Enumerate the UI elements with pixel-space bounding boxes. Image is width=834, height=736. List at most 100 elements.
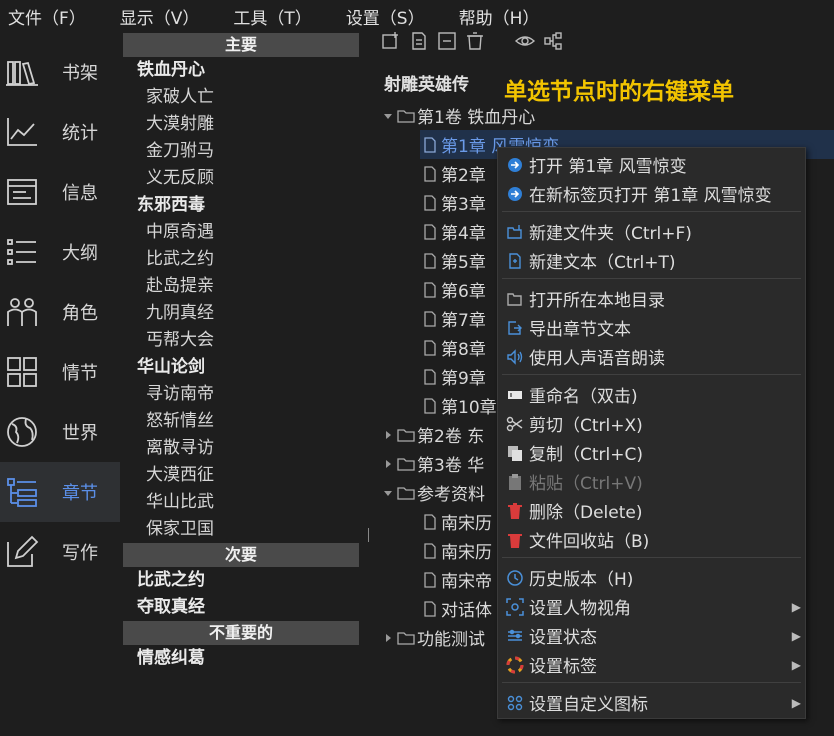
menu-cut[interactable]: 剪切（Ctrl+X) [498,409,805,438]
tree-chapter[interactable]: 第4章 [420,217,486,246]
tree-chapter[interactable]: 第2章 [420,159,486,188]
menu-rename[interactable]: 重命名（双击) [498,380,805,409]
outline-item[interactable]: 保家卫国 [123,516,359,543]
outline-group-title[interactable]: 东邪西毒 [123,192,359,219]
tree-reference-doc[interactable]: 南宋历 [420,507,492,536]
new-folder-icon[interactable] [380,30,402,52]
nav-chapters[interactable]: 章节 [0,462,120,522]
tree-chapter[interactable]: 第9章 [420,362,486,391]
outline-group-title[interactable]: 华山论剑 [123,354,359,381]
collapsed-arrow-icon[interactable] [380,420,396,449]
document-icon [424,252,436,269]
menu-export[interactable]: 导出章节文本 [498,313,805,342]
outline-item[interactable]: 丐帮大会 [123,327,359,354]
nav-characters[interactable]: 角色 [0,282,120,342]
panel-splitter[interactable] [368,528,369,542]
collapsed-arrow-icon[interactable] [380,449,396,478]
tree-chapter[interactable]: 第10章 [420,391,497,420]
expanded-arrow-icon[interactable] [380,101,396,130]
outline-item[interactable]: 中原奇遇 [123,219,359,246]
folder-icon [397,457,415,471]
menu-tools[interactable]: 工具（T） [233,4,311,29]
tree-volume-2[interactable]: 第2卷 东 [380,420,484,449]
menu-help[interactable]: 帮助（H） [459,4,540,29]
nav-label-world: 世界 [62,423,98,444]
folder-icon [397,109,415,123]
outline-item[interactable]: 义无反顾 [123,165,359,192]
menu-set-status[interactable]: 设置状态 ▶ [498,621,805,650]
menu-paste[interactable]: 粘贴（Ctrl+V) [498,467,805,496]
nav-bookshelf[interactable]: 书架 [0,42,120,102]
menu-delete[interactable]: 删除（Delete) [498,496,805,525]
menu-view[interactable]: 显示（V） [120,4,200,29]
tree-chapter[interactable]: 第3章 [420,188,486,217]
menu-read-aloud[interactable]: 使用人声语音朗读 [498,342,805,371]
outline-group-title[interactable]: 夺取真经 [123,594,359,621]
menu-new-folder[interactable]: 新建文件夹（Ctrl+F) [498,217,805,246]
menu-new-text[interactable]: 新建文本（Ctrl+T) [498,246,805,275]
tree-reference-folder[interactable]: 参考资料 [380,478,485,507]
nav-outline[interactable]: 大纲 [0,222,120,282]
menu-recycle-bin[interactable]: 文件回收站（B) [498,525,805,554]
outline-item[interactable]: 金刀驸马 [123,138,359,165]
status-icon [508,629,522,641]
outline-item[interactable]: 大漠射雕 [123,111,359,138]
tree-node-label: 第2章 [441,166,486,186]
document-icon [424,600,436,617]
tree-volume-1[interactable]: 第1卷 铁血丹心 [380,101,535,130]
nav-plot[interactable]: 情节 [0,342,120,402]
outline-group-title[interactable]: 铁血丹心 [123,57,359,84]
nav-stats[interactable]: 统计 [0,102,120,162]
menu-separator [502,211,801,212]
outline-item[interactable]: 九阴真经 [123,300,359,327]
nav-writing[interactable]: 写作 [0,522,120,582]
nav-info[interactable]: 信息 [0,162,120,222]
paste-icon [509,473,521,490]
trash-icon[interactable] [464,30,486,52]
outline-item[interactable]: 赴岛提亲 [123,273,359,300]
menu-file[interactable]: 文件（F） [8,4,86,29]
structure-icon[interactable] [542,30,564,52]
tree-reference-doc[interactable]: 南宋帝 [420,565,492,594]
menu-custom-icon[interactable]: 设置自定义图标 ▶ [498,688,805,717]
expanded-arrow-icon[interactable] [380,478,396,507]
collapsed-arrow-icon[interactable] [380,623,396,652]
menu-item-label: 新建文本（Ctrl+T) [529,253,676,273]
characters-icon [7,298,37,326]
menu-copy[interactable]: 复制（Ctrl+C) [498,438,805,467]
outline-panel: 主要 铁血丹心 家破人亡 大漠射雕 金刀驸马 义无反顾 东邪西毒 中原奇遇 比武… [123,33,359,693]
outline-item[interactable]: 家破人亡 [123,84,359,111]
menu-open-local-dir[interactable]: 打开所在本地目录 [498,284,805,313]
tree-reference-doc[interactable]: 南宋历 [420,536,492,565]
menu-item-label: 设置人物视角 [529,599,631,619]
menu-open-new-tab[interactable]: 在新标签页打开 第1章 风雪惊变 [498,179,805,208]
nav-label-outline: 大纲 [62,243,98,264]
nav-world[interactable]: 世界 [0,402,120,462]
tree-chapter[interactable]: 第6章 [420,275,486,304]
tree-node-label: 第4章 [441,224,486,244]
outline-group-title[interactable]: 情感纠葛 [123,645,359,672]
menu-open[interactable]: 打开 第1章 风雪惊变 [498,150,805,179]
outline-item[interactable]: 大漠西征 [123,462,359,489]
tree-function-test[interactable]: 功能测试 [380,623,485,652]
outline-item[interactable]: 寻访南帝 [123,381,359,408]
open-new-tab-icon [508,186,522,201]
menu-character-view[interactable]: 设置人物视角 ▶ [498,592,805,621]
outline-item[interactable]: 华山比武 [123,489,359,516]
outline-item[interactable]: 离散寻访 [123,435,359,462]
tree-volume-3[interactable]: 第3卷 华 [380,449,484,478]
menu-history[interactable]: 历史版本（H) [498,563,805,592]
menu-settings[interactable]: 设置（S） [346,4,425,29]
tree-chapter[interactable]: 第7章 [420,304,486,333]
eye-icon[interactable] [514,30,536,52]
outline-item[interactable]: 怒斩情丝 [123,408,359,435]
tree-reference-doc[interactable]: 对话体 [420,594,492,623]
new-text-icon[interactable] [408,30,430,52]
character-view-icon [506,597,524,616]
tree-chapter[interactable]: 第8章 [420,333,486,362]
menu-set-tag[interactable]: 设置标签 ▶ [498,650,805,679]
tree-chapter[interactable]: 第5章 [420,246,486,275]
outline-group-title[interactable]: 比武之约 [123,567,359,594]
collapse-icon[interactable] [436,30,458,52]
outline-item[interactable]: 比武之约 [123,246,359,273]
